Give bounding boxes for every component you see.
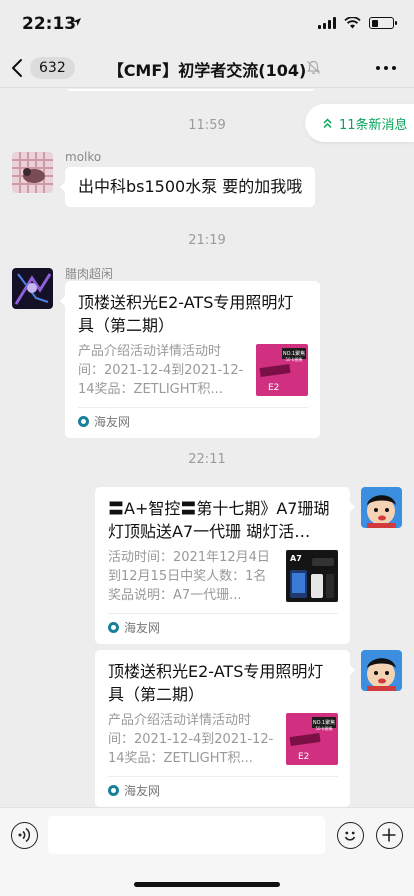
svg-text:E2: E2: [298, 752, 309, 762]
card-thumbnail-e2: NO.1聚焦 50卡圈捲 E2: [286, 713, 338, 765]
wifi-icon: [344, 17, 361, 29]
card-source: 海友网: [108, 776, 338, 799]
avatar-self[interactable]: [361, 487, 402, 528]
card-source-label: 海友网: [124, 784, 161, 798]
avatar-self-image: [361, 487, 402, 528]
avatar[interactable]: [12, 152, 53, 193]
battery-icon: [369, 17, 397, 29]
card-source: 海友网: [108, 613, 338, 636]
card-description: 产品介绍活动详情活动时间：2021-12-4到2021-12-14奖品：ZETL…: [78, 344, 244, 397]
haiyouwang-logo-icon: [108, 622, 119, 633]
more-dot-icon: [392, 66, 396, 70]
cellular-signal-icon: [318, 17, 336, 29]
text-message-bubble[interactable]: 出中科bs1500水泵 要的加我哦: [59, 167, 316, 207]
smiley-icon: [344, 831, 356, 841]
link-card-message[interactable]: 〓A+智控〓第十七期》A7珊瑚灯顶贴送A7一代珊 瑚灯活… 活动时间：2021年…: [95, 487, 355, 644]
status-bar: 22:13: [0, 0, 414, 48]
mute-bell-icon: [306, 60, 321, 74]
battery-level: [371, 19, 378, 27]
emoji-button[interactable]: [337, 822, 364, 849]
voice-input-button[interactable]: [11, 822, 38, 849]
chat-title: 【CMF】初学者交流(104): [107, 61, 307, 80]
timestamp-divider: 21:19: [188, 233, 226, 248]
card-description: 产品介绍活动详情活动时间：2021-12-4到2021-12-14奖品：ZETL…: [108, 713, 274, 766]
location-arrow-icon: [73, 18, 81, 26]
new-messages-label: 11条新消息: [339, 117, 408, 133]
svg-text:E2: E2: [268, 383, 279, 393]
more-options-button[interactable]: [374, 58, 398, 78]
link-card-message[interactable]: 顶楼送积光E2-ATS专用照明灯具（第二期） 产品介绍活动详情活动时间：2021…: [95, 650, 355, 807]
home-indicator: [134, 882, 280, 887]
status-time: 22:13: [22, 14, 77, 34]
previous-message-bubble[interactable]: [66, 89, 316, 91]
card-description: 活动时间：2021年12月4日到12月15日中奖人数：1名奖品说明：A7一代珊.…: [108, 550, 270, 603]
svg-text:NO.1聚焦: NO.1聚焦: [313, 719, 335, 726]
svg-text:A7: A7: [290, 554, 302, 563]
card-title: 顶楼送积光E2-ATS专用照明灯具（第二期）: [108, 662, 324, 704]
sender-name: molko: [65, 150, 102, 164]
avatar-self-image: [361, 650, 402, 691]
avatar-molko-image: [12, 152, 53, 193]
avatar-lrcx-image: [12, 268, 53, 309]
haiyouwang-logo-icon: [108, 785, 119, 796]
card-title: 顶楼送积光E2-ATS专用照明灯具（第二期）: [78, 293, 294, 335]
card-thumbnail-e2: NO.1聚焦 50卡圈捲 E2: [256, 344, 308, 396]
card-source: 海友网: [78, 407, 308, 430]
avatar[interactable]: [12, 268, 53, 309]
link-card-message[interactable]: 顶楼送积光E2-ATS专用照明灯具（第二期） 产品介绍活动详情活动时间：2021…: [60, 281, 320, 438]
svg-text:50卡圈捲: 50卡圈捲: [285, 356, 302, 362]
double-chevron-up-icon: [323, 117, 332, 128]
plus-icon: [382, 828, 396, 842]
unread-count-badge: 632: [30, 57, 75, 79]
avatar-self[interactable]: [361, 650, 402, 691]
card-thumbnail-a7: A7: [286, 550, 338, 602]
back-button[interactable]: 632: [10, 52, 75, 84]
svg-text:NO.1聚焦: NO.1聚焦: [283, 350, 305, 357]
card-source-label: 海友网: [94, 415, 131, 429]
status-icons: [318, 17, 397, 29]
card-title: 〓A+智控〓第十七期》A7珊瑚灯顶贴送A7一代珊 瑚灯活…: [108, 499, 330, 541]
more-dot-icon: [376, 66, 380, 70]
message-input[interactable]: [48, 816, 325, 854]
chat-message-list[interactable]: 11:59 molko 出中科bs1500水泵 要的加我哦 21:19 腊肉超闲…: [0, 89, 414, 807]
voice-wave-icon: [18, 827, 31, 843]
svg-text:50卡圈捲: 50卡圈捲: [315, 725, 332, 731]
chevron-left-icon: [12, 59, 22, 77]
chat-header: 632 【CMF】初学者交流(104): [0, 48, 414, 88]
new-messages-button[interactable]: 11条新消息: [305, 104, 414, 142]
card-source-label: 海友网: [124, 621, 161, 635]
more-dot-icon: [384, 66, 388, 70]
timestamp-divider: 22:11: [188, 452, 226, 467]
sender-name: 腊肉超闲: [65, 267, 114, 281]
haiyouwang-logo-icon: [78, 416, 89, 427]
more-actions-button[interactable]: [376, 822, 403, 849]
